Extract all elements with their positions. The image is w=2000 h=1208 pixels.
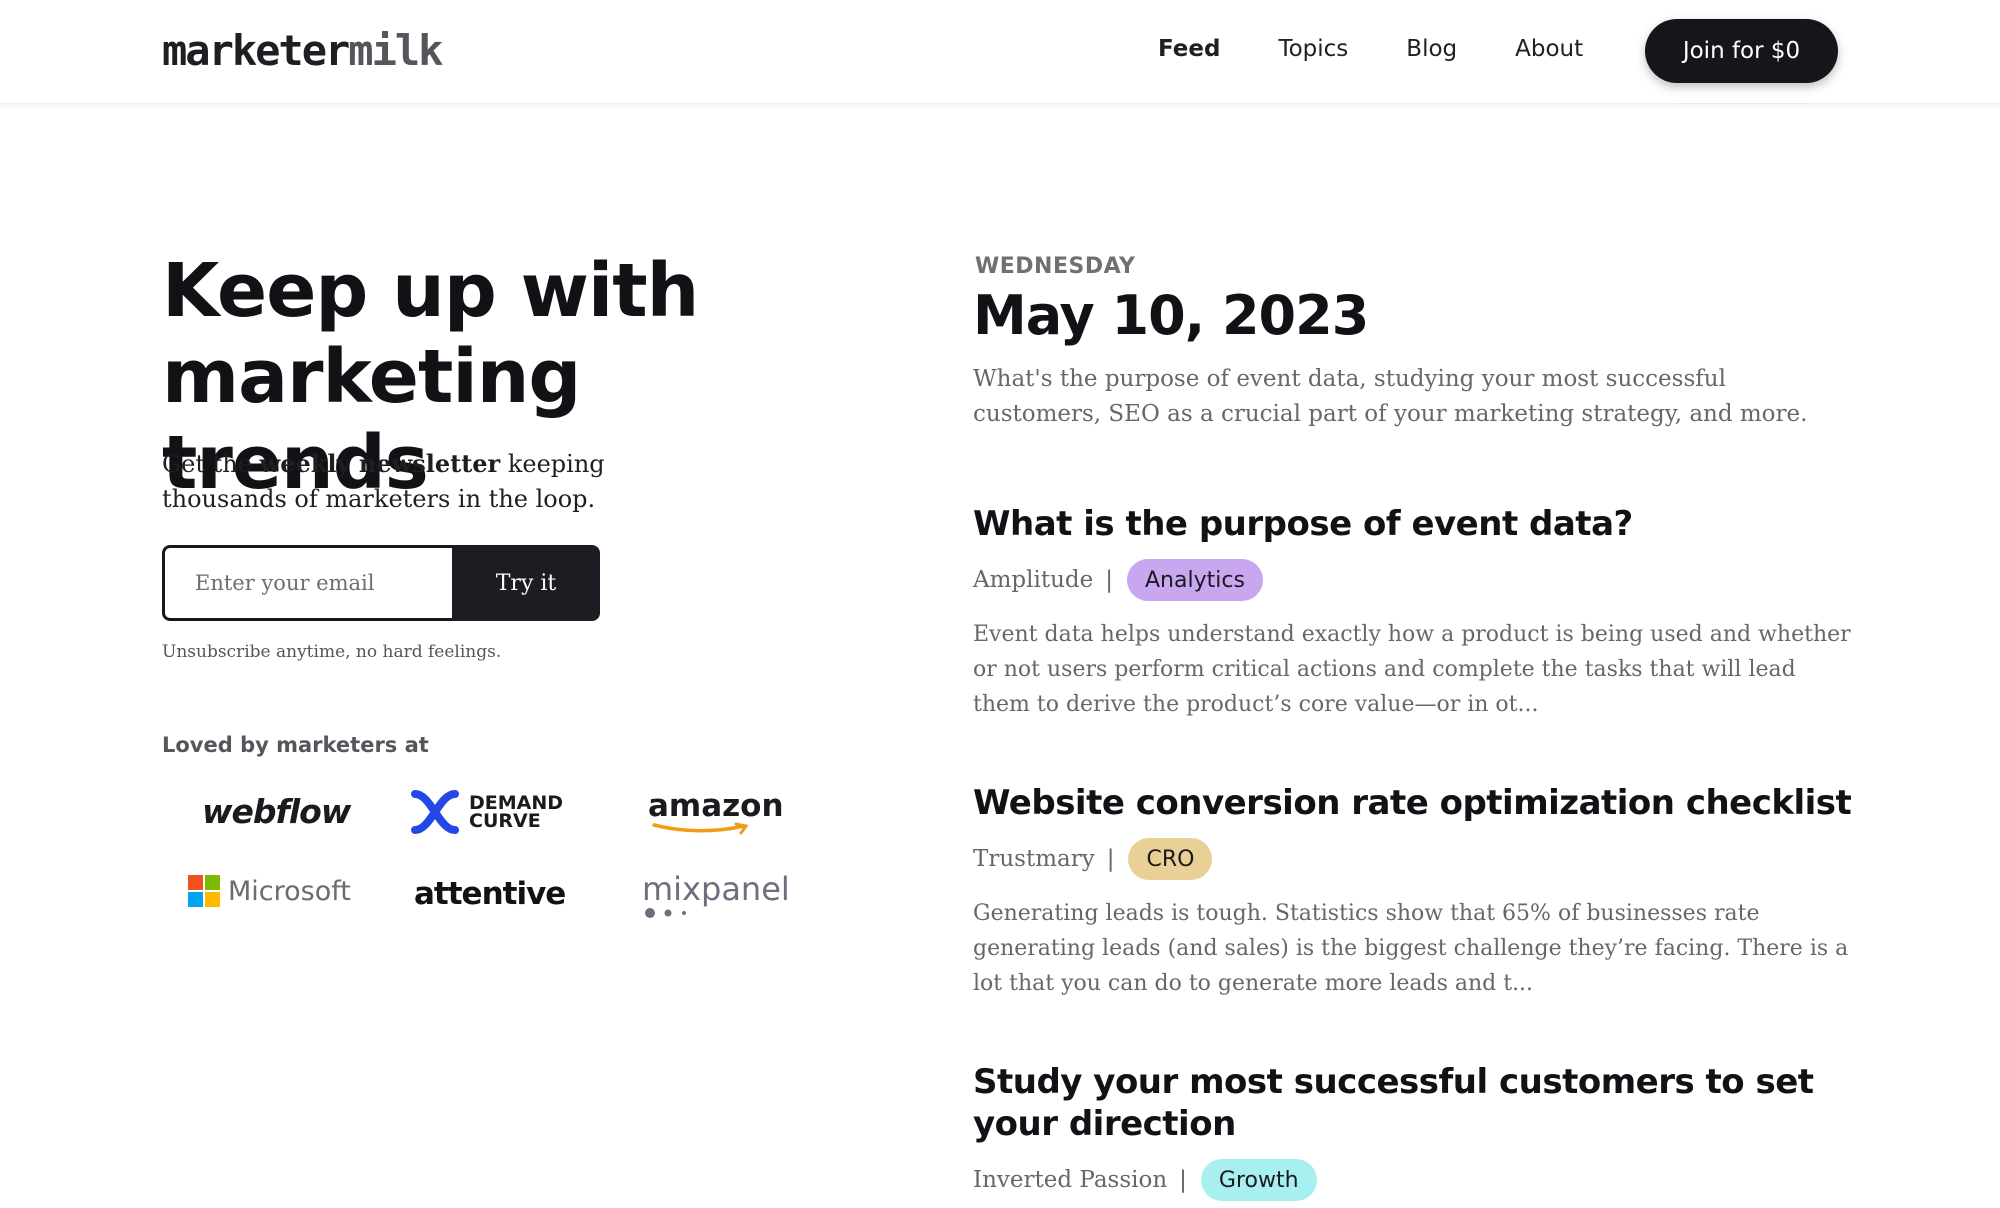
microsoft-wordmark: Microsoft bbox=[228, 875, 351, 907]
article-source[interactable]: Inverted Passion bbox=[973, 1167, 1167, 1193]
webflow-wordmark: webflow bbox=[202, 792, 351, 831]
demand-curve-wordmark: DEMAND CURVE bbox=[469, 794, 563, 832]
hero-subtitle: Get the weekly newsletter keeping thousa… bbox=[162, 446, 722, 517]
email-input[interactable] bbox=[162, 545, 452, 621]
hero-subtitle-pre: Get the bbox=[162, 450, 260, 478]
demand-curve-line2: CURVE bbox=[469, 810, 541, 832]
loved-by-heading: Loved by marketers at bbox=[162, 733, 429, 757]
topic-tag-analytics[interactable]: Analytics bbox=[1127, 559, 1263, 601]
meta-separator: | bbox=[1105, 567, 1113, 593]
article-source[interactable]: Trustmary bbox=[973, 846, 1095, 872]
article-title[interactable]: What is the purpose of event data? bbox=[973, 503, 1853, 545]
mixpanel-dots-icon bbox=[645, 908, 686, 918]
logo-text-marketer: marketer bbox=[162, 26, 350, 75]
hero-title-line1: Keep up with bbox=[162, 248, 699, 334]
mixpanel-wordmark: mixpanel bbox=[642, 870, 790, 908]
newsletter-form: Try it bbox=[162, 545, 600, 621]
meta-separator: | bbox=[1106, 846, 1115, 872]
article-meta: Inverted Passion | Growth bbox=[973, 1159, 1853, 1201]
site-logo[interactable]: marketermilk bbox=[162, 26, 443, 75]
site-header: marketermilk Feed Topics Blog About Join… bbox=[0, 0, 2000, 104]
microsoft-logo: Microsoft bbox=[188, 875, 351, 907]
article-card: Study your most successful customers to … bbox=[973, 1061, 1853, 1201]
main-nav: Feed Topics Blog About bbox=[1158, 36, 1641, 62]
webflow-logo: webflow bbox=[202, 792, 351, 831]
amazon-wordmark: amazon bbox=[648, 788, 784, 824]
try-it-button[interactable]: Try it bbox=[452, 545, 600, 621]
demand-curve-icon bbox=[411, 790, 459, 834]
article-excerpt: Event data helps understand exactly how … bbox=[973, 622, 1851, 717]
article-title[interactable]: Website conversion rate optimization che… bbox=[973, 782, 1853, 824]
demand-curve-logo: DEMAND CURVE bbox=[409, 788, 563, 836]
meta-separator: | bbox=[1179, 1167, 1187, 1193]
hero-subtitle-bold: weekly newsletter bbox=[259, 449, 501, 478]
microsoft-windows-icon bbox=[188, 875, 220, 907]
feed-summary: What's the purpose of event data, studyi… bbox=[973, 366, 1808, 427]
nav-about[interactable]: About bbox=[1515, 36, 1583, 62]
topic-tag-growth[interactable]: Growth bbox=[1200, 1159, 1317, 1201]
nav-feed[interactable]: Feed bbox=[1158, 36, 1220, 62]
article-source[interactable]: Amplitude bbox=[973, 567, 1093, 593]
article-card: Website conversion rate optimization che… bbox=[973, 782, 1853, 1001]
amazon-logo: amazon bbox=[648, 790, 784, 836]
feed-date: May 10, 2023 bbox=[973, 284, 1369, 347]
attentive-wordmark: attentive bbox=[414, 876, 566, 912]
join-button[interactable]: Join for $0 bbox=[1645, 19, 1838, 83]
article-meta: Trustmary | CRO bbox=[973, 838, 1853, 880]
nav-topics[interactable]: Topics bbox=[1278, 36, 1348, 62]
customer-logos: webflow DEMAND CURVE amazon Microsoft at… bbox=[162, 780, 802, 940]
nav-blog[interactable]: Blog bbox=[1406, 36, 1457, 62]
article-title[interactable]: Study your most successful customers to … bbox=[973, 1061, 1853, 1145]
feed-day: WEDNESDAY bbox=[975, 254, 1136, 279]
unsubscribe-note: Unsubscribe anytime, no hard feelings. bbox=[162, 642, 502, 662]
article-excerpt: Generating leads is tough. Statistics sh… bbox=[973, 901, 1849, 996]
amazon-smile-icon bbox=[652, 822, 749, 835]
attentive-logo: attentive bbox=[414, 876, 566, 912]
logo-text-milk: milk bbox=[348, 26, 443, 75]
topic-tag-cro[interactable]: CRO bbox=[1128, 838, 1213, 880]
mixpanel-logo: mixpanel bbox=[642, 872, 790, 920]
article-card: What is the purpose of event data? Ampli… bbox=[973, 503, 1853, 722]
article-meta: Amplitude | Analytics bbox=[973, 559, 1853, 601]
